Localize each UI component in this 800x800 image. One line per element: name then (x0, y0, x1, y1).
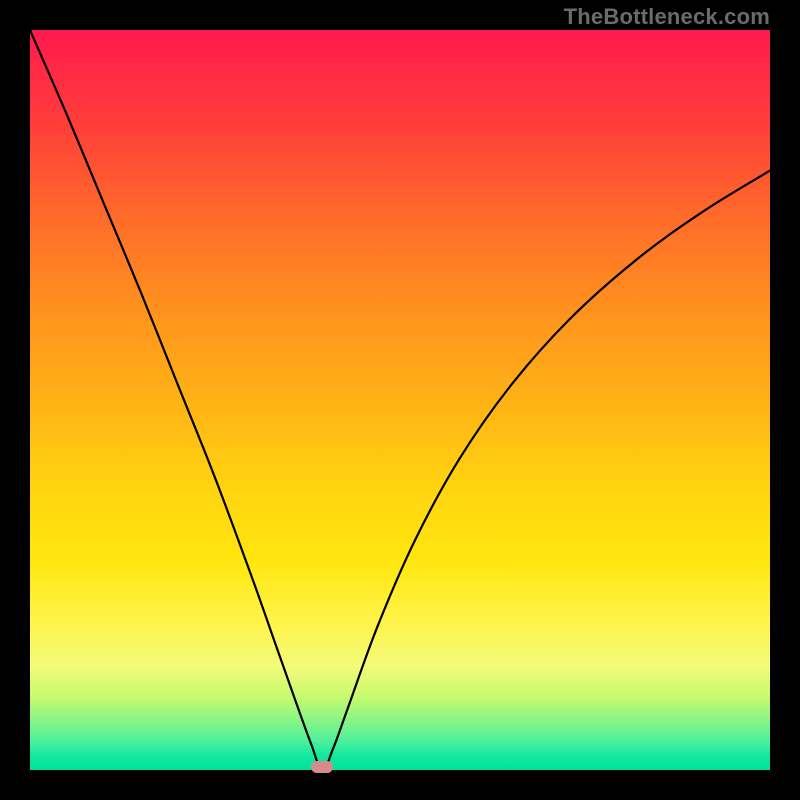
chart-frame: TheBottleneck.com (0, 0, 800, 800)
watermark-text: TheBottleneck.com (564, 4, 770, 30)
minimum-marker (311, 761, 333, 773)
bottleneck-curve (30, 30, 770, 770)
plot-area (30, 30, 770, 770)
